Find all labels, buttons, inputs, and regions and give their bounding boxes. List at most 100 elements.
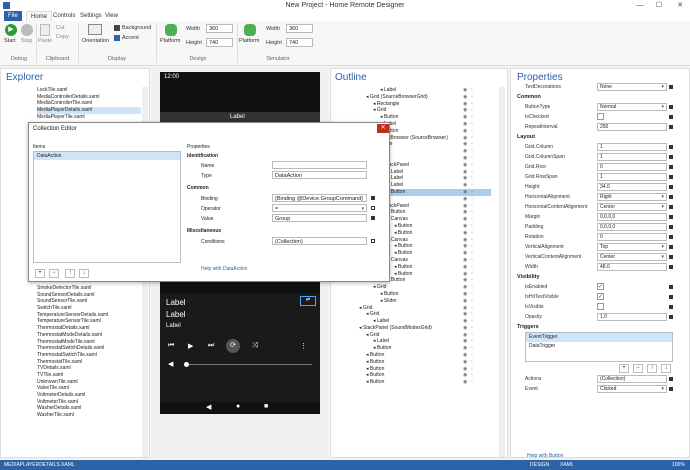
lock-icon[interactable]: ▫ — [471, 121, 473, 128]
maximize-button[interactable]: ☐ — [652, 0, 666, 11]
lock-icon[interactable]: ▫ — [471, 237, 473, 244]
visibility-icon[interactable]: ◉ — [463, 196, 467, 203]
lock-icon[interactable]: ▫ — [471, 359, 473, 366]
lock-icon[interactable]: ▫ — [471, 175, 473, 182]
visibility-icon[interactable]: ◉ — [463, 87, 467, 94]
move-down-item-button[interactable]: ↓ — [79, 269, 89, 278]
simulator-height-input[interactable]: 740 — [286, 38, 313, 47]
explorer-item[interactable]: MediaControllerTile.xaml — [37, 100, 141, 107]
orientation-button[interactable]: Orientation — [82, 38, 109, 44]
item-dataaction[interactable]: DataAction — [34, 152, 180, 160]
visibility-icon[interactable]: ◉ — [463, 175, 467, 182]
binding-marker[interactable] — [371, 196, 375, 200]
conditions-value[interactable]: (Collection) — [272, 237, 367, 245]
explorer-item[interactable]: ThermostatSwitchDetails.xaml — [37, 345, 141, 352]
outline-node[interactable]: ◂ Button◉▫ — [359, 345, 491, 352]
visibility-icon[interactable]: ◉ — [463, 237, 467, 244]
repeat-icon[interactable]: ⟳ — [226, 339, 240, 353]
visibility-icon[interactable]: ◉ — [463, 277, 467, 284]
lock-icon[interactable]: ▫ — [471, 305, 473, 312]
lock-icon[interactable]: ▫ — [471, 94, 473, 101]
section-visibility[interactable]: Visibility — [511, 272, 681, 282]
prop-checkbox[interactable]: ✓ — [597, 293, 604, 300]
lock-icon[interactable]: ▫ — [471, 203, 473, 210]
section-common[interactable]: Common — [511, 92, 681, 102]
visibility-icon[interactable]: ◉ — [463, 141, 467, 148]
visibility-icon[interactable]: ◉ — [463, 162, 467, 169]
visibility-icon[interactable]: ◉ — [463, 155, 467, 162]
visibility-icon[interactable]: ◉ — [463, 223, 467, 230]
visibility-icon[interactable]: ◉ — [463, 209, 467, 216]
add-trigger-button[interactable]: + — [619, 364, 629, 373]
explorer-item[interactable]: VoltmeterTile.xaml — [37, 399, 141, 406]
visibility-icon[interactable]: ◉ — [463, 148, 467, 155]
design-tab[interactable]: DESIGN — [530, 462, 549, 468]
play-icon[interactable]: ▶ — [188, 342, 193, 350]
android-icon[interactable] — [244, 24, 256, 36]
prop-value[interactable]: 1.0 — [597, 313, 667, 321]
lock-icon[interactable]: ▫ — [471, 332, 473, 339]
lock-icon[interactable]: ▫ — [471, 271, 473, 278]
visibility-icon[interactable]: ◉ — [463, 243, 467, 250]
previous-icon[interactable]: ⏮ — [168, 342, 174, 350]
visibility-icon[interactable]: ◉ — [463, 203, 467, 210]
visibility-icon[interactable]: ◉ — [463, 372, 467, 379]
visibility-icon[interactable]: ◉ — [463, 352, 467, 359]
stop-icon[interactable] — [21, 24, 33, 36]
visibility-icon[interactable]: ◉ — [463, 338, 467, 345]
outline-node[interactable]: ◂ Button◉▫ — [359, 372, 491, 379]
outline-node[interactable]: ◂ Label◉▫ — [359, 338, 491, 345]
play-icon[interactable]: ▶ — [5, 24, 17, 36]
background-dropdown[interactable]: Background — [122, 25, 151, 31]
visibility-icon[interactable]: ◉ — [463, 128, 467, 135]
outline-node[interactable]: ◂ Label◉▫ — [359, 87, 491, 94]
home-icon[interactable]: ● — [236, 403, 240, 410]
lock-icon[interactable]: ▫ — [471, 243, 473, 250]
dialog-help-link[interactable]: Help with DataAction — [201, 266, 247, 272]
outline-node[interactable]: ◂ Slider ◉ ▫ — [359, 298, 491, 305]
section-miscellaneous[interactable]: Miscellaneous — [187, 228, 382, 237]
visibility-icon[interactable]: ◉ — [463, 332, 467, 339]
simulator-width-input[interactable]: 360 — [286, 24, 313, 33]
visibility-icon[interactable]: ◉ — [463, 298, 467, 305]
operator-dropdown[interactable]: = — [272, 204, 367, 213]
visibility-icon[interactable]: ◉ — [463, 135, 467, 142]
close-window-button[interactable]: ✕ — [673, 0, 687, 11]
link-icon[interactable]: ⇄ — [300, 296, 316, 306]
lock-icon[interactable]: ▫ — [471, 379, 473, 386]
lock-icon[interactable]: ▫ — [471, 223, 473, 230]
visibility-icon[interactable]: ◉ — [463, 291, 467, 298]
back-icon[interactable]: ◀ — [206, 403, 211, 411]
lock-icon[interactable]: ▫ — [471, 101, 473, 108]
lock-icon[interactable]: ▫ — [471, 135, 473, 142]
outline-node[interactable]: ◂ Grid◉▫ — [359, 107, 491, 114]
section-identification[interactable]: Identification — [187, 153, 382, 161]
name-input[interactable] — [272, 161, 367, 169]
visibility-icon[interactable]: ◉ — [463, 121, 467, 128]
outline-node[interactable]: ◂ Button◉▫ — [359, 379, 491, 386]
outline-node[interactable]: ◂ Label◉▫ — [359, 318, 491, 325]
prop-value[interactable]: 0 — [597, 233, 667, 241]
android-icon[interactable] — [165, 24, 177, 36]
prop-value[interactable]: Top — [597, 243, 667, 251]
lock-icon[interactable]: ▫ — [471, 250, 473, 257]
visibility-icon[interactable]: ◉ — [463, 250, 467, 257]
operator-marker[interactable] — [371, 206, 375, 210]
remove-trigger-button[interactable]: − — [633, 364, 643, 373]
lock-icon[interactable]: ▫ — [471, 196, 473, 203]
move-down-button[interactable]: ↓ — [661, 364, 671, 373]
outline-node[interactable]: ◂ Button◉▫ — [359, 114, 491, 121]
explorer-item[interactable]: ValveTile.xaml — [37, 385, 141, 392]
stop-button[interactable]: Stop — [21, 38, 32, 44]
visibility-icon[interactable]: ◉ — [463, 318, 467, 325]
prop-value[interactable]: 1 — [597, 153, 667, 161]
visibility-icon[interactable]: ◉ — [463, 325, 467, 332]
remove-item-button[interactable]: − — [49, 269, 59, 278]
volume-slider[interactable] — [186, 364, 312, 365]
prop-value[interactable]: 1 — [597, 173, 667, 181]
prop-value[interactable]: 48.0 — [597, 263, 667, 271]
design-height-input[interactable]: 740 — [206, 38, 233, 47]
outline-node[interactable]: ◂ Button◉▫ — [359, 366, 491, 373]
prop-value[interactable]: Normal — [597, 103, 667, 111]
lock-icon[interactable]: ▫ — [471, 277, 473, 284]
